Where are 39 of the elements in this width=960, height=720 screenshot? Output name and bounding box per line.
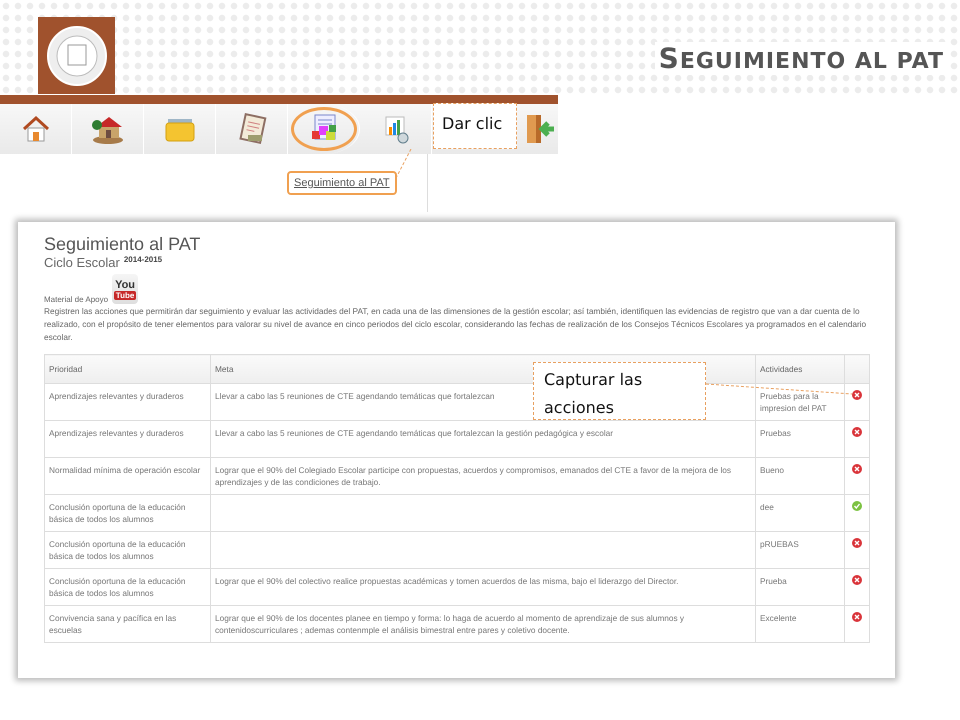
table-cell: Pruebas [756, 420, 844, 458]
leader-line [393, 149, 413, 180]
table-cell: Conclusión oportuna de la educación básica de todos los alumnos [44, 532, 210, 568]
callout-note: Dar clic [433, 103, 517, 149]
table-cell: Lograr que el 90% de los docentes planee en tiempo y forma: lo haga de acuerdo al momento de aprendizaje de sus alumnos y contenidoscurriculares ; ademas contenmple el análisis bimestral entre pares y coletivo docente. [215, 613, 684, 635]
check-icon[interactable] [852, 501, 862, 511]
video-logo[interactable]: You Tube [112, 274, 138, 304]
table-cell: Convivencia sana y pacífica en las escuelas [44, 606, 210, 642]
table-cell: Aprendizajes relevantes y duraderos [44, 384, 210, 420]
support-label: Material de Apoyo [44, 295, 108, 304]
table-cell: Bueno [756, 458, 844, 494]
table-cell: Excelente [756, 606, 844, 642]
delete-icon[interactable] [852, 538, 862, 548]
delete-icon[interactable] [852, 575, 862, 585]
delete-icon[interactable] [852, 464, 862, 474]
table-cell: pRUEBAS [756, 532, 844, 568]
column-header: Prioridad [44, 354, 210, 384]
table-cell: Lograr que el 90% del colectivo realice propuestas académicas y tomen acuerdos de las misma, bajo el liderazgo del Director. [215, 576, 678, 586]
table-cell: Conclusión oportuna de la educación básica de todos los alumnos [44, 494, 210, 532]
table-cell: Pruebas para la impresion del PAT [756, 384, 844, 420]
table-cell: Prueba [756, 568, 844, 606]
panel-title: Seguimiento al PAT [44, 234, 202, 255]
callout-note: Capturar las acciones [533, 362, 706, 420]
menu-link[interactable]: Seguimiento al PAT [287, 171, 397, 195]
delete-icon[interactable] [852, 427, 862, 437]
cycle-label: Ciclo Escolar [44, 255, 120, 270]
slide-title: SEGUIMIENTO AL PAT [654, 42, 948, 75]
table-cell: Llevar a cabo las 5 reuniones de CTE agendando temáticas que fortalezcan la gestión pedagógica y escolar [215, 428, 614, 438]
column-header: Actividades [756, 354, 844, 384]
delete-icon[interactable] [852, 390, 862, 400]
delete-icon[interactable] [852, 612, 862, 622]
table-cell: Conclusión oportuna de la educación básica de todos los alumnos [44, 568, 210, 606]
table-cell: Lograr que el 90% del Colegiado Escolar participe con propuestas, acuerdos y compromisos, emanados del CTE a favor de la mejora de los aprendizajes y de las condiciones de trabajo. [215, 465, 732, 487]
cycle-year: 2014-2015 [124, 255, 162, 264]
table-cell: Aprendizajes relevantes y duraderos [44, 420, 210, 458]
table-cell: Llevar a cabo las 5 reuniones de CTE agendando temáticas que fortalezcan [215, 391, 495, 401]
table-cell: Normalidad mínima de operación escolar [44, 458, 210, 494]
table-cell: dee [756, 494, 844, 532]
description-text: Registren las acciones que permitirán dar seguimiento y evaluar las actividades del PAT, en cada una de las dimensiones de la gestión escolar; así también, identifiquen las evidencias de registro que van a dar cuenta de lo realizado, con el propósito de tener elementos para valorar su nivel de avance en cinco periodos del ciclo escolar, considerando las fechas de realización de los Consejos Técnicos Escolares ya programados en el calendario escolar. [44, 305, 868, 344]
